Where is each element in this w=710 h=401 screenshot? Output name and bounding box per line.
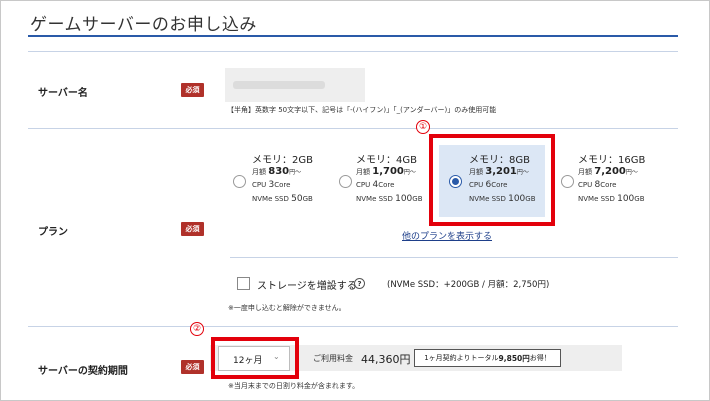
annotation-highlight-period [211, 337, 299, 379]
fee-amount: 44,360円 [361, 353, 411, 366]
page-title: ゲームサーバーのお申し込み [30, 15, 257, 35]
plan-memory: メモリ：2GB [252, 155, 313, 166]
annotation-marker-1: ① [416, 120, 430, 134]
plan-card-16gb[interactable]: メモリ：16GB 月額 7,200円〜 CPU 8Core NVMe SSD 1… [558, 143, 678, 219]
plan-radio[interactable] [233, 175, 246, 188]
plan-ssd: NVMe SSD 100GB [356, 194, 423, 204]
plan-memory: メモリ：4GB [356, 155, 417, 166]
section-divider [28, 128, 678, 129]
contract-period-label: サーバーの契約期間 [38, 366, 128, 377]
storage-checkbox[interactable] [237, 277, 250, 290]
more-plans-link[interactable]: 他のプランを表示する [402, 229, 492, 242]
annotation-marker-2: ② [190, 322, 204, 336]
title-underline [28, 35, 678, 37]
plan-memory: メモリ：16GB [578, 155, 646, 166]
storage-option-note: (NVMe SSD：+200GB / 月額：2,750円) [387, 280, 550, 290]
plan-cpu: CPU 8Core [578, 180, 617, 190]
fee-label: ご利用料金 [313, 354, 353, 363]
section-divider [28, 326, 678, 327]
plan-price: 月額 830円〜 [252, 166, 302, 177]
plan-label: プラン [38, 227, 68, 238]
storage-option-label[interactable]: ストレージを増設する [257, 277, 357, 292]
plan-radio[interactable] [339, 175, 352, 188]
plan-cpu: CPU 4Core [356, 180, 395, 190]
server-name-input[interactable] [225, 68, 365, 102]
annotation-highlight-plan [429, 134, 555, 226]
required-badge: 必須 [181, 222, 204, 236]
storage-hint: ※一度申し込むと解除ができません。 [228, 304, 346, 312]
help-icon[interactable]: ? [354, 278, 365, 289]
plan-price: 月額 7,200円〜 [578, 166, 638, 177]
promo-badge: 1ヶ月契約よりトータル 9,850円 お得！ [414, 349, 561, 367]
section-divider [28, 51, 678, 52]
server-name-label: サーバー名 [38, 88, 88, 99]
server-name-value-redacted [233, 81, 325, 89]
server-name-hint: 【半角】英数字 50文字以下、記号は「-(ハイフン)」「_(アンダーバー)」のみ… [227, 106, 497, 114]
contract-hint: ※当月末までの日割り料金が含まれます。 [228, 382, 360, 390]
plan-card-2gb[interactable]: メモリ：2GB 月額 830円〜 CPU 3Core NVMe SSD 50GB [230, 143, 348, 219]
plan-ssd: NVMe SSD 50GB [252, 194, 313, 204]
subsection-divider [230, 257, 678, 258]
plan-radio[interactable] [561, 175, 574, 188]
plan-cpu: CPU 3Core [252, 180, 291, 190]
required-badge: 必須 [181, 360, 204, 374]
plan-price: 月額 1,700円〜 [356, 166, 416, 177]
plan-ssd: NVMe SSD 100GB [578, 194, 645, 204]
required-badge: 必須 [181, 83, 204, 97]
